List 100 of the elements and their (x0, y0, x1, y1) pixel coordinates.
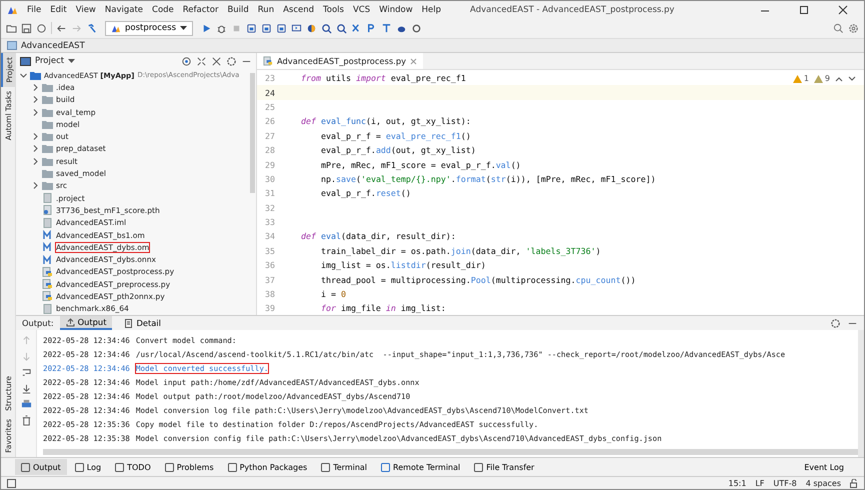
square-icon (321, 462, 330, 472)
code-line: mPre, mRec, mF1_score = eval_p_r_f.val() (320, 160, 521, 170)
chevron-icon[interactable] (20, 72, 27, 79)
panel-tab[interactable]: Output (60, 316, 112, 330)
menu-item[interactable]: File (27, 4, 42, 14)
indent-setting[interactable]: 4 spaces (806, 478, 841, 488)
file-encoding[interactable]: UTF-8 (773, 478, 797, 488)
close-icon[interactable] (838, 4, 848, 14)
unknown-file-icon (42, 205, 53, 216)
chevron-icon[interactable] (32, 182, 39, 190)
square-icon[interactable] (261, 22, 272, 34)
tool-window-tab[interactable]: Event Log (798, 459, 850, 475)
folder-icon (42, 132, 53, 142)
menu-item[interactable]: Window (379, 4, 413, 14)
tool-window-tab[interactable]: Python Packages (222, 459, 314, 475)
settings-icon[interactable] (226, 56, 237, 66)
line-separator[interactable]: LF (755, 478, 764, 488)
tool-window-tab[interactable]: Log (68, 459, 108, 475)
editor-tab[interactable]: AdvancedEAST_postprocess.py (257, 53, 423, 69)
scroll-end-icon[interactable] (20, 383, 32, 394)
file-icon (42, 193, 53, 204)
square-icon[interactable] (246, 22, 258, 34)
menu-item[interactable]: Navigate (104, 4, 144, 14)
code-line: train_label_dir = os.path.join(data_dir, 'labels_3T736') (320, 246, 601, 256)
line-number: 29 (264, 160, 276, 170)
line-number: 25 (264, 102, 276, 112)
menu-item[interactable]: Ascend (283, 4, 314, 14)
monitor-icon[interactable] (291, 22, 302, 34)
menu-item[interactable]: Tools (323, 4, 344, 14)
tool-window-tab[interactable]: Remote Terminal (375, 459, 466, 475)
square-icon (474, 462, 484, 472)
scrollbar-thumb[interactable] (250, 73, 255, 193)
m-file-icon (42, 230, 53, 240)
target-icon[interactable] (181, 56, 192, 66)
line-number: 33 (264, 217, 276, 228)
module-folder-icon (30, 70, 41, 80)
menu-item[interactable]: Refactor (182, 4, 218, 14)
menu-item[interactable]: VCS (352, 4, 370, 14)
menu-item[interactable]: View (76, 4, 96, 14)
scrollbar-thumb[interactable] (43, 449, 858, 455)
disc-icon[interactable] (306, 22, 318, 34)
menu-item[interactable]: Help (422, 4, 442, 14)
tool-window-tab[interactable]: TODO (109, 459, 157, 475)
printer-icon[interactable] (20, 399, 32, 410)
line-number: 32 (264, 202, 276, 213)
tool-window-tab[interactable]: Problems (158, 459, 220, 475)
upload-icon (66, 318, 75, 326)
close-icon[interactable] (211, 56, 222, 66)
menu-item[interactable]: Run (258, 4, 274, 14)
panel-toggle-icon[interactable] (7, 478, 16, 488)
code-line: from utils import eval_pre_rec_f1 (301, 73, 466, 84)
menu-item[interactable]: Edit (50, 4, 67, 14)
folder-icon (42, 108, 53, 117)
app-logo-icon (7, 4, 18, 14)
lock-icon[interactable] (850, 478, 858, 488)
line-number: 36 (264, 260, 276, 270)
code-line: i = 0 (320, 289, 346, 300)
square-icon (381, 462, 390, 472)
panel-title[interactable]: Project (35, 56, 64, 66)
code-line: for img_file in img_list: (320, 303, 446, 314)
menu-item[interactable]: Code (152, 4, 174, 14)
caret-icon[interactable] (68, 58, 76, 64)
code-line: thread_pool = multiprocessing.Pool(multiprocessing.cpu_count()) (320, 274, 636, 285)
back-arrow-icon[interactable] (56, 22, 67, 34)
settings-icon[interactable] (830, 318, 841, 328)
expand-icon[interactable] (196, 56, 207, 66)
folder-icon (42, 181, 53, 190)
hammer-icon[interactable] (86, 22, 97, 34)
folder-icon (42, 144, 53, 154)
tool-window-tab[interactable]: File Transfer (468, 459, 540, 475)
chevron-up-icon[interactable] (835, 76, 843, 82)
wrap-icon[interactable] (20, 367, 32, 378)
run-config-dropdown[interactable]: postprocess (105, 20, 194, 36)
square-icon[interactable] (276, 22, 288, 34)
code-line: def eval(data_dir, result_dir): (301, 231, 456, 242)
maximize-icon[interactable] (799, 4, 809, 14)
tool-window-tab[interactable]: Output (15, 459, 67, 475)
panel-label: Output: (22, 318, 54, 328)
t-glyph-icon[interactable] (381, 22, 392, 34)
document-icon (124, 318, 134, 328)
trash-icon[interactable] (20, 415, 32, 426)
settings-icon[interactable] (848, 22, 859, 34)
magnifier-icon[interactable] (321, 22, 332, 34)
code-line: eval_p_r_f.add(out, gt_xy_list) (320, 145, 476, 156)
menu-item[interactable]: Build (227, 4, 249, 14)
run-icon[interactable] (201, 22, 212, 34)
python-file-icon (42, 291, 53, 302)
tool-window-tab[interactable]: Terminal (315, 459, 374, 475)
line-number: 27 (264, 130, 276, 141)
file-icon (42, 218, 53, 228)
chevron-down-icon[interactable] (848, 76, 856, 82)
magnifier-icon[interactable] (336, 22, 348, 34)
caret-position[interactable]: 15:1 (728, 478, 746, 488)
save-icon[interactable] (21, 22, 32, 34)
breadcrumb-item[interactable]: AdvancedEAST (21, 40, 85, 50)
square-icon (115, 462, 124, 472)
folder-icon[interactable] (6, 22, 17, 34)
panel-tab[interactable]: Detail (118, 316, 167, 330)
app-logo-icon (111, 24, 121, 32)
search-icon[interactable] (833, 22, 844, 34)
